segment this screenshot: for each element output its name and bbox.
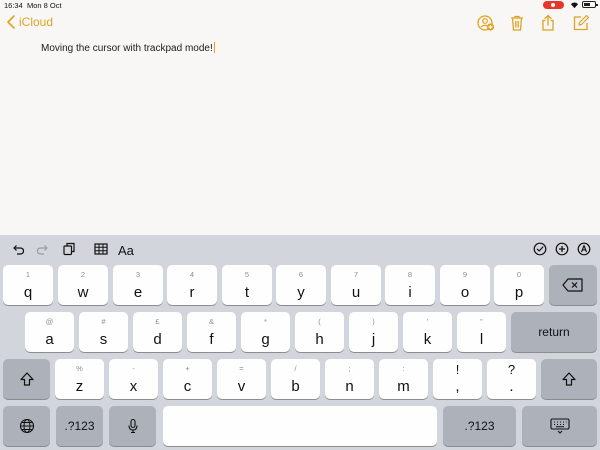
battery-icon bbox=[582, 1, 598, 8]
text-cursor bbox=[213, 42, 215, 53]
key-k[interactable]: ' k bbox=[403, 312, 452, 352]
wifi-icon bbox=[570, 1, 579, 9]
key-l[interactable]: " l bbox=[457, 312, 506, 352]
note-text: Moving the cursor with trackpad mode! bbox=[41, 43, 213, 54]
insert-icon[interactable] bbox=[555, 242, 569, 256]
add-people-icon[interactable] bbox=[477, 14, 495, 32]
return-key[interactable]: return bbox=[511, 312, 597, 352]
key-o[interactable]: 9o bbox=[440, 265, 490, 305]
hide-keyboard-key[interactable] bbox=[522, 406, 597, 446]
globe-icon bbox=[19, 418, 35, 434]
key-x[interactable]: -x bbox=[109, 359, 158, 399]
key-comma[interactable]: !, bbox=[433, 359, 482, 399]
keyboard: Aa 1q 2w 3e 4r 5t 6y 7u 8i 9o 0p @ a # s £… bbox=[0, 235, 600, 450]
note-body[interactable]: Moving the cursor with trackpad mode! bbox=[41, 42, 215, 54]
key-b[interactable]: / b bbox=[271, 359, 320, 399]
numbers-key-left[interactable]: .?123 bbox=[56, 406, 103, 446]
shift-key-left[interactable] bbox=[3, 359, 50, 399]
key-z[interactable]: % z bbox=[55, 359, 104, 399]
screen-recording-icon[interactable] bbox=[543, 1, 564, 9]
shift-icon bbox=[561, 371, 577, 387]
key-w[interactable]: 2w bbox=[58, 265, 108, 305]
key-e[interactable]: 3e bbox=[113, 265, 163, 305]
keyboard-dismiss-icon bbox=[549, 418, 570, 434]
space-bar[interactable] bbox=[163, 406, 437, 446]
key-r[interactable]: 4r bbox=[167, 265, 217, 305]
format-button[interactable]: Aa bbox=[118, 243, 134, 258]
table-icon[interactable] bbox=[94, 242, 108, 256]
share-icon[interactable] bbox=[539, 14, 557, 32]
key-j[interactable]: ) j bbox=[349, 312, 398, 352]
chevron-left-icon bbox=[7, 15, 15, 29]
shift-key-right[interactable] bbox=[541, 359, 597, 399]
numbers-key-right[interactable]: .?123 bbox=[443, 406, 516, 446]
key-t[interactable]: 5t bbox=[222, 265, 272, 305]
key-g[interactable]: * g bbox=[241, 312, 290, 352]
microphone-icon bbox=[127, 418, 139, 434]
key-y[interactable]: 6y bbox=[276, 265, 326, 305]
dictation-key[interactable] bbox=[109, 406, 156, 446]
status-date: Mon 8 Oct bbox=[27, 1, 62, 10]
key-d[interactable]: £ d bbox=[133, 312, 182, 352]
globe-key[interactable] bbox=[3, 406, 50, 446]
key-s[interactable]: # s bbox=[79, 312, 128, 352]
key-h[interactable]: (h bbox=[295, 312, 344, 352]
shift-icon bbox=[19, 371, 35, 387]
key-f[interactable]: & f bbox=[187, 312, 236, 352]
key-c[interactable]: + c bbox=[163, 359, 212, 399]
markup-icon[interactable] bbox=[577, 242, 591, 256]
status-bar: 16:34 Mon 8 Oct bbox=[0, 0, 600, 10]
backspace-icon bbox=[562, 278, 584, 292]
key-p[interactable]: 0p bbox=[494, 265, 544, 305]
status-time: 16:34 bbox=[4, 1, 23, 10]
key-i[interactable]: 8i bbox=[385, 265, 435, 305]
undo-icon[interactable] bbox=[11, 242, 25, 256]
checklist-icon[interactable] bbox=[533, 242, 547, 256]
trash-icon[interactable] bbox=[508, 14, 526, 32]
redo-icon[interactable] bbox=[36, 242, 50, 256]
back-button[interactable]: iCloud bbox=[7, 15, 53, 29]
key-u[interactable]: 7u bbox=[331, 265, 381, 305]
key-m[interactable]: :m bbox=[379, 359, 428, 399]
delete-key[interactable] bbox=[549, 265, 597, 305]
back-label: iCloud bbox=[19, 15, 54, 29]
key-q[interactable]: 1q bbox=[3, 265, 53, 305]
key-v[interactable]: = v bbox=[217, 359, 266, 399]
key-n[interactable]: ; n bbox=[325, 359, 374, 399]
compose-icon[interactable] bbox=[572, 14, 590, 32]
key-a[interactable]: @ a bbox=[25, 312, 74, 352]
key-period[interactable]: ?. bbox=[487, 359, 536, 399]
keyboard-toolbar: Aa bbox=[0, 235, 600, 264]
paste-icon[interactable] bbox=[62, 242, 76, 256]
